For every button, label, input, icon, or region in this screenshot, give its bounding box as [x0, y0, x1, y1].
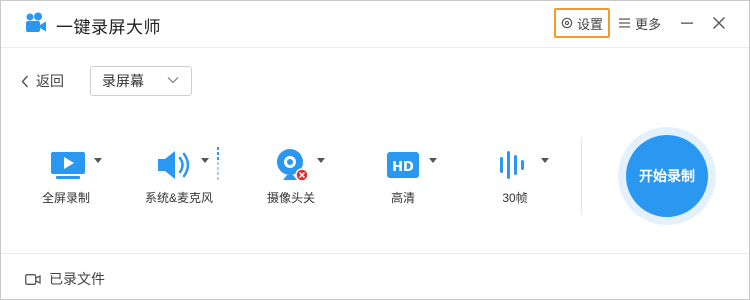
webcam-option[interactable]: 摄像头关 — [254, 141, 354, 211]
webcam-off-icon — [275, 147, 311, 185]
gear-icon — [561, 17, 573, 29]
webcam-label: 摄像头关 — [266, 191, 315, 205]
audio-dropdown-caret[interactable] — [201, 158, 209, 163]
recorded-files-link[interactable]: 已录文件 — [25, 269, 105, 289]
record-mode-value: 录屏幕 — [102, 73, 144, 89]
fps-option[interactable]: 30帧 — [465, 141, 565, 211]
settings-button[interactable]: 设置 — [554, 8, 610, 38]
footer-bar: 已录文件 — [1, 253, 749, 299]
app-window: 一键录屏大师 设置 更多 返回 录屏幕 全屏录制 系统&麦克风 摄像头关 HD … — [0, 0, 750, 300]
audio-label: 系统&麦克风 — [144, 191, 213, 205]
more-label: 更多 — [635, 16, 662, 32]
webcam-dropdown-caret[interactable] — [317, 158, 325, 163]
waveform-icon — [498, 147, 528, 185]
quality-dropdown-caret[interactable] — [429, 158, 437, 163]
speaker-icon — [155, 147, 195, 185]
fullscreen-monitor-icon — [50, 147, 86, 185]
recorded-files-label: 已录文件 — [49, 271, 105, 287]
video-file-icon — [25, 273, 41, 285]
title-bar: 一键录屏大师 设置 更多 — [1, 1, 749, 48]
close-icon[interactable] — [709, 13, 729, 33]
hd-badge-text: HD — [392, 160, 414, 175]
record-mode-select[interactable]: 录屏幕 — [90, 66, 192, 96]
more-button[interactable]: 更多 — [619, 8, 661, 38]
hd-quality-icon: HD — [386, 147, 420, 185]
audio-option[interactable]: 系统&麦克风 — [129, 141, 229, 211]
chevron-left-icon — [21, 75, 29, 87]
chevron-down-icon — [167, 77, 179, 84]
options-divider — [581, 138, 582, 214]
back-label: 返回 — [36, 73, 64, 89]
start-recording-button[interactable]: 开始录制 — [626, 135, 708, 217]
fps-dropdown-caret[interactable] — [541, 158, 549, 163]
quality-label: 高清 — [390, 191, 415, 205]
minimize-icon[interactable] — [677, 13, 697, 33]
mic-level-meter-icon — [217, 147, 219, 180]
fullscreen-dropdown-caret[interactable] — [94, 158, 102, 163]
settings-label: 设置 — [576, 16, 603, 32]
back-button[interactable]: 返回 — [21, 67, 64, 95]
fps-label: 30帧 — [502, 191, 528, 205]
fullscreen-option[interactable]: 全屏录制 — [16, 141, 116, 211]
quality-option[interactable]: HD 高清 — [353, 141, 453, 211]
camera-logo-icon — [26, 12, 46, 32]
menu-icon — [619, 18, 630, 28]
fullscreen-label: 全屏录制 — [41, 191, 90, 205]
app-title: 一键录屏大师 — [56, 18, 161, 37]
